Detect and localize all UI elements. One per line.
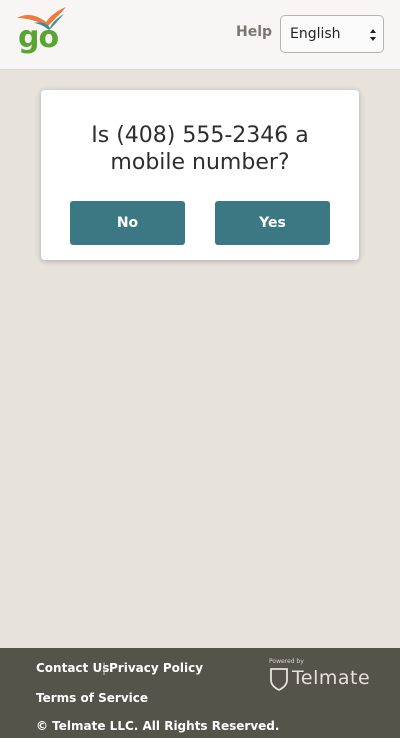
help-link[interactable]: Help	[236, 24, 272, 40]
select-arrows-icon	[370, 29, 376, 41]
page-footer: Contact Us | Privacy Policy Terms of Ser…	[0, 648, 400, 738]
powered-by-label: Powered by	[269, 658, 304, 665]
dialog-question: Is (408) 555-2346 a mobile number?	[91, 123, 309, 175]
telmate-brand: Telmate	[292, 667, 371, 689]
yes-button[interactable]: Yes	[215, 201, 330, 245]
terms-of-service-link[interactable]: Terms of Service	[36, 691, 148, 705]
language-selected-value: English	[290, 26, 341, 42]
copyright-text: © Telmate LLC. All Rights Reserved.	[36, 719, 280, 733]
app-header: go Help English	[0, 0, 400, 70]
contact-us-link[interactable]: Contact Us	[36, 661, 109, 675]
mobile-confirm-dialog: Is (408) 555-2346 a mobile number? No Ye…	[41, 90, 359, 260]
logo-text: go	[18, 20, 59, 55]
language-select[interactable]: English	[280, 15, 384, 53]
privacy-policy-link[interactable]: Privacy Policy	[109, 661, 203, 675]
footer-separator: |	[102, 661, 107, 675]
no-button[interactable]: No	[70, 201, 185, 245]
